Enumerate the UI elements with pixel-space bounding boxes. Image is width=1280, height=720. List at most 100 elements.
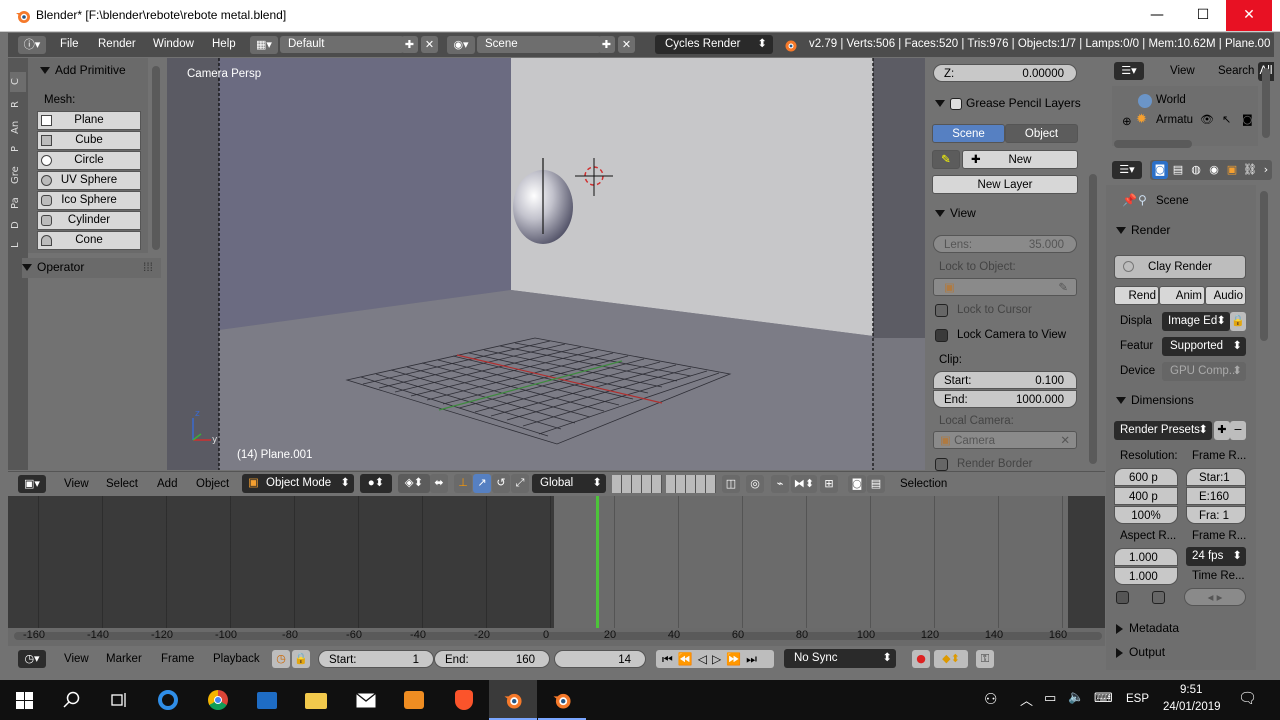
tool-tab-l[interactable]: L	[10, 236, 26, 254]
display-dropdown[interactable]: Image Ed ⬍	[1162, 312, 1230, 331]
lock-to-cursor-checkbox[interactable]	[935, 304, 948, 317]
constraints-tab-icon[interactable]: ⛓	[1242, 161, 1258, 179]
timeline-marker-menu[interactable]: Marker	[106, 653, 142, 665]
gp-new-button[interactable]: ✚ New	[962, 150, 1078, 169]
start-button[interactable]	[0, 680, 48, 720]
taskbar-blender-1[interactable]	[489, 680, 537, 720]
view-menu[interactable]: View	[64, 478, 89, 490]
add-menu[interactable]: Add	[157, 478, 177, 490]
metadata-panel-header[interactable]: Metadata	[1116, 621, 1179, 635]
object-tab-icon[interactable]: ▣	[1224, 161, 1240, 179]
output-panel-header[interactable]: Output	[1116, 645, 1165, 659]
world-tab-icon[interactable]: ◉	[1206, 161, 1222, 179]
transform-orientation-dropdown[interactable]: Global ⬍	[532, 474, 606, 493]
tool-shelf-scrollbar[interactable]	[152, 66, 160, 250]
add-cube-button[interactable]: Cube	[37, 131, 141, 150]
snap-target-icon[interactable]: ⊞	[820, 475, 838, 493]
lock-range-icon[interactable]: 🔒	[292, 650, 310, 668]
expand-icon[interactable]: ⊕	[1122, 114, 1132, 128]
object-menu[interactable]: Object	[196, 478, 229, 490]
keyboard-icon[interactable]: ⌨	[1094, 691, 1113, 706]
resolution-y-field[interactable]: 400 p	[1114, 487, 1178, 505]
clip-start-field[interactable]: Start: 0.100	[933, 371, 1077, 389]
render-still-button[interactable]: Rend	[1114, 286, 1159, 305]
timeline-view-menu[interactable]: View	[64, 653, 89, 665]
taskbar-brave[interactable]	[440, 680, 488, 720]
render-still-icon[interactable]: ◙	[848, 475, 866, 493]
remove-scene-icon[interactable]: ✕	[618, 36, 635, 53]
remove-layout-icon[interactable]: ✕	[421, 36, 438, 53]
add-cone-button[interactable]: Cone	[37, 231, 141, 250]
gp-scene-tab[interactable]: Scene	[932, 124, 1005, 143]
add-preset-icon[interactable]: ✚	[1214, 421, 1230, 440]
add-circle-button[interactable]: Circle	[37, 151, 141, 170]
tool-tab-grease[interactable]: Gre	[10, 160, 26, 190]
manipulator-toggle-icon[interactable]: ⬌	[430, 474, 448, 493]
3d-viewport[interactable]: z y Camera Persp (14) Plane.001	[167, 58, 925, 470]
properties-region-scrollbar[interactable]	[1089, 174, 1097, 464]
layers-grid-b[interactable]	[666, 475, 716, 493]
add-layout-icon[interactable]: ✚	[401, 36, 418, 53]
remove-preset-icon[interactable]: −	[1230, 421, 1246, 440]
clay-render-field[interactable]: Clay Render	[1114, 255, 1246, 279]
sync-mode-dropdown[interactable]: No Sync ⬍	[784, 649, 896, 668]
render-border-checkbox[interactable]	[935, 458, 948, 471]
keying-set-dropdown[interactable]: ◆⬍	[934, 650, 968, 668]
timeline-playback-menu[interactable]: Playback	[213, 653, 260, 665]
people-icon[interactable]: ⚇	[984, 690, 997, 708]
preview-range-icon[interactable]: ◷	[272, 650, 290, 668]
clock-date[interactable]: 24/01/2019	[1163, 701, 1221, 713]
scene-tab-icon[interactable]: ◍	[1188, 161, 1204, 179]
tool-tab-relations[interactable]: R	[10, 96, 26, 114]
lock-interface-icon[interactable]: 🔒	[1230, 312, 1246, 331]
outliner-item-world[interactable]: World	[1156, 94, 1186, 106]
start-frame-field[interactable]: Start: 1	[318, 650, 434, 668]
tool-tab-animation[interactable]: An	[10, 116, 26, 138]
outliner-item-armature[interactable]: Armatu	[1156, 114, 1193, 126]
properties-scrollbar[interactable]	[1260, 191, 1268, 341]
device-dropdown[interactable]: GPU Comp... ⬍	[1162, 362, 1246, 381]
volume-icon[interactable]: 🔈	[1068, 690, 1084, 705]
task-view-button[interactable]	[96, 680, 144, 720]
menu-render[interactable]: Render	[98, 38, 136, 50]
network-icon[interactable]: ▭	[1044, 691, 1056, 706]
tool-tab-physics[interactable]: P	[10, 140, 26, 158]
viewport-shading-dropdown[interactable]: ●⬍	[360, 474, 392, 493]
time-remap-field[interactable]: ◂ ▸	[1184, 588, 1246, 606]
record-keyframes-icon[interactable]: ●	[912, 650, 930, 668]
aspect-y-field[interactable]: 1.000	[1114, 567, 1178, 585]
insert-keyframe-icon[interactable]: ⚿	[976, 650, 994, 668]
scale-icon[interactable]: ⤢	[511, 474, 529, 493]
add-primitive-header[interactable]: Add Primitive	[40, 63, 126, 77]
taskbar-chrome[interactable]	[194, 680, 242, 720]
scene-icon[interactable]: ◉▾	[447, 36, 475, 54]
menu-file[interactable]: File	[60, 38, 79, 50]
scene-render[interactable]: z y	[167, 58, 925, 470]
render-engine-dropdown[interactable]: Cycles Render ⬍	[655, 35, 773, 54]
render-audio-button[interactable]: Audio	[1205, 286, 1246, 305]
add-cylinder-button[interactable]: Cylinder	[37, 211, 141, 230]
lock-layers-icon[interactable]: ◫	[722, 475, 740, 493]
feature-set-dropdown[interactable]: Supported ⬍	[1162, 337, 1246, 356]
proportional-edit-icon[interactable]: ◎	[746, 475, 764, 493]
render-layers-tab-icon[interactable]: ▤	[1170, 161, 1186, 179]
outliner-v-scrollbar[interactable]	[1262, 68, 1270, 138]
frame-start-field[interactable]: Star:1	[1186, 468, 1246, 486]
editor-type-info-button[interactable]: ⓘ▾	[18, 36, 46, 54]
z-location-field[interactable]: Z: 0.00000	[933, 64, 1077, 82]
tool-tab-pa[interactable]: Pa	[10, 192, 26, 214]
outliner-menu-search[interactable]: Search	[1218, 65, 1254, 77]
show-hidden-icons-chevron-icon[interactable]: ︿	[1020, 690, 1033, 709]
clip-end-field[interactable]: End: 1000.000	[933, 390, 1077, 408]
tool-tab-create[interactable]: C	[10, 72, 26, 92]
timeline-editor-type-icon[interactable]: ◷▾	[18, 650, 46, 668]
grease-pencil-layers-header[interactable]: Grease Pencil Layers	[935, 96, 1081, 110]
taskbar-edge[interactable]	[144, 680, 192, 720]
outliner-editor-type-icon[interactable]: ☰▾	[1114, 62, 1144, 80]
snap-icon[interactable]: ⌁	[771, 475, 789, 493]
selectable-arrow-icon[interactable]: ↖	[1222, 113, 1231, 126]
gp-new-layer-button[interactable]: New Layer	[932, 175, 1078, 194]
menu-help[interactable]: Help	[212, 38, 236, 50]
modifiers-tab-icon[interactable]: ›	[1260, 161, 1272, 179]
end-frame-field[interactable]: End: 160	[434, 650, 550, 668]
